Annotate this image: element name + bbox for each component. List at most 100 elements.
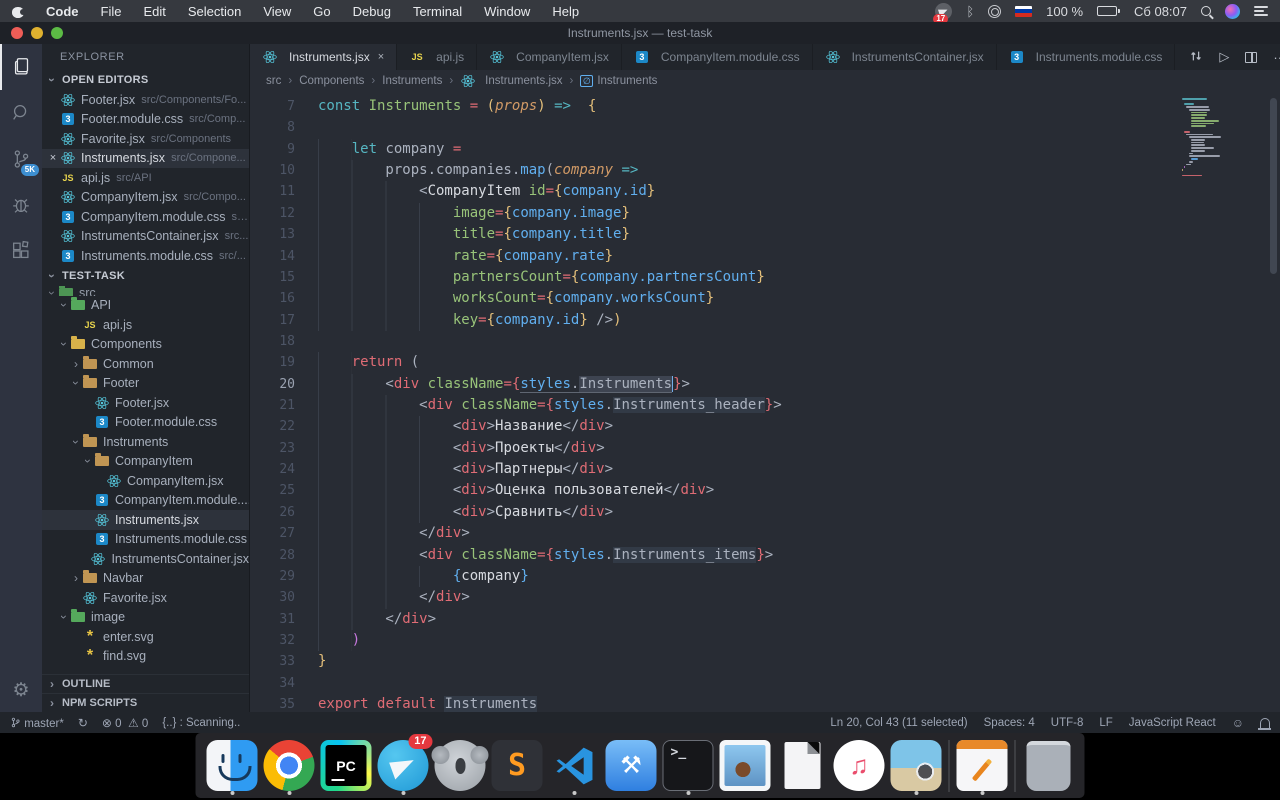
dock-item-pages[interactable] [954,737,1011,795]
spotlight-search-icon[interactable] [1201,6,1211,16]
tree-item-CompanyItem.jsx[interactable]: CompanyItem.jsx [42,471,249,491]
code-editor[interactable]: 7 const Instruments = (props) => {8 9 let … [250,92,1280,712]
dock-item-pycharm[interactable]: PC [318,737,375,794]
dock-item-sublime[interactable]: S [489,737,546,794]
open-editor-InstrumentsContainer.jsx[interactable]: InstrumentsContainer.jsx src... [42,227,249,247]
dock-item-trash[interactable] [1020,737,1077,794]
project-header[interactable]: › TEST-TASK [42,266,249,286]
open-editor-CompanyItem.module.css[interactable]: 3 CompanyItem.module.css sr... [42,207,249,227]
code-line-28[interactable]: 28 <div className={styles.Instruments_it… [250,544,1280,566]
code-line-32[interactable]: 32 ) [250,629,1280,652]
code-line-35[interactable]: 35 export default Instruments [250,694,1280,712]
dock-item-chrome[interactable] [261,737,318,795]
open-editor-Instruments.module.css[interactable]: 3 Instruments.module.css src/... [42,246,249,266]
bluetooth-icon[interactable]: ᛒ [966,4,974,19]
chevron-right-icon[interactable]: › [70,571,82,585]
dock-item-libre[interactable] [774,737,831,794]
clock[interactable]: Сб 08:07 [1134,4,1187,19]
breadcrumb-Instruments[interactable]: Instruments [382,75,442,87]
open-editor-Footer.module.css[interactable]: 3 Footer.module.css src/Comp... [42,110,249,130]
breadcrumb-Instruments[interactable]: ∅ Instruments [580,75,657,87]
tree-item-Common[interactable]: › Common [42,354,249,374]
encoding[interactable]: UTF-8 [1051,717,1084,729]
tree-item-api.js[interactable]: JS api.js [42,315,249,335]
dock-item-mail[interactable] [717,737,774,794]
open-changes-icon[interactable] [1189,49,1203,66]
code-line-24[interactable]: 24 <div>Партнеры</div> [250,459,1280,481]
chevron-down-icon[interactable]: › [57,338,71,350]
settings-gear-icon[interactable]: ⚙ [12,679,29,702]
code-line-31[interactable]: 31 </div> [250,608,1280,630]
telegram-menubar-icon[interactable]: 17 [933,2,953,24]
tree-item-API[interactable]: › API [42,296,249,316]
menu-item-selection[interactable]: Selection [188,4,241,19]
code-line-29[interactable]: 29 {company} [250,565,1280,588]
chevron-down-icon[interactable]: › [57,299,71,311]
code-line-22[interactable]: 22 <div>Название</div> [250,416,1280,438]
tree-item-Components[interactable]: › Components [42,335,249,355]
tree-item-Instruments.module.css[interactable]: 3 Instruments.module.css [42,530,249,550]
zoom-window-button[interactable] [51,27,63,39]
minimap[interactable] [1182,98,1224,177]
dock-item-terminal[interactable]: >_ [660,737,717,795]
chevron-right-icon[interactable]: › [70,357,82,371]
dock-item-finder[interactable] [204,737,261,795]
menu-item-go[interactable]: Go [313,4,330,19]
control-center-icon[interactable] [1254,6,1268,16]
extensions-icon[interactable] [0,228,42,274]
dock-item-xcode[interactable]: ⚒ [603,737,660,794]
open-editor-Instruments.jsx[interactable]: × Instruments.jsx src/Compone... [42,148,249,168]
code-line-10[interactable]: 10 props.companies.map(company => [250,160,1280,182]
tree-item-InstrumentsContainer.jsx[interactable]: InstrumentsContainer.jsx [42,549,249,569]
code-line-18[interactable]: 18 [250,331,1280,352]
tree-item-src[interactable]: › src [42,285,249,296]
tree-item-Favorite.jsx[interactable]: Favorite.jsx [42,588,249,608]
code-line-23[interactable]: 23 <div>Проекты</div> [250,437,1280,460]
minimize-window-button[interactable] [31,27,43,39]
menu-item-file[interactable]: File [101,4,122,19]
chevron-down-icon[interactable]: › [69,377,83,389]
chevron-down-icon[interactable]: › [69,436,83,448]
debug-icon[interactable] [0,182,42,228]
chevron-down-icon[interactable]: › [57,611,71,623]
code-line-20[interactable]: 20 <div className={styles.Instruments}> [250,373,1280,396]
npm-scripts-header[interactable]: › NPM SCRIPTS [42,693,249,712]
menu-item-code[interactable]: Code [46,4,79,19]
code-line-25[interactable]: 25 <div>Оценка пользователей</div> [250,480,1280,502]
menu-item-debug[interactable]: Debug [353,4,391,19]
code-line-27[interactable]: 27 </div> [250,523,1280,545]
source-control-icon[interactable]: 5K [0,136,42,182]
code-line-16[interactable]: 16 worksCount={company.worksCount} [250,288,1280,310]
tree-item-Navbar[interactable]: › Navbar [42,569,249,589]
tree-item-image[interactable]: › image [42,608,249,628]
dock-item-koala[interactable] [431,737,489,794]
open-editor-CompanyItem.jsx[interactable]: CompanyItem.jsx src/Compo... [42,188,249,208]
problems-item[interactable]: ⊗ 0 ⚠ 0 [102,716,148,730]
open-editors-header[interactable]: › OPEN EDITORS [42,70,249,90]
code-line-15[interactable]: 15 partnersCount={company.partnersCount} [250,266,1280,289]
feedback-smiley-icon[interactable]: ☺ [1232,716,1244,730]
language-flag-icon[interactable] [1015,5,1033,17]
open-editor-Favorite.jsx[interactable]: Favorite.jsx src/Components [42,129,249,149]
chevron-down-icon[interactable]: › [45,287,59,296]
breadcrumb-src[interactable]: src [266,75,281,87]
breadcrumb-Components[interactable]: Components [299,75,364,87]
code-line-13[interactable]: 13 title={company.title} [250,224,1280,246]
code-line-17[interactable]: 17 key={company.id} />) [250,309,1280,331]
tab-Instruments.jsx[interactable]: Instruments.jsx × [250,44,398,70]
tab-InstrumentsContainer.jsx[interactable]: InstrumentsContainer.jsx [813,44,997,70]
apple-menu-icon[interactable] [12,4,26,18]
code-line-11[interactable]: 11 <CompanyItem id={company.id} [250,181,1280,203]
code-line-12[interactable]: 12 image={company.image} [250,202,1280,225]
tree-item-Footer[interactable]: › Footer [42,374,249,394]
dock-item-telegram[interactable]: 17 [375,734,433,795]
code-line-26[interactable]: 26 <div>Сравнить</div> [250,501,1280,524]
tree-item-Instruments.jsx[interactable]: Instruments.jsx [42,510,249,530]
screen-mirroring-icon[interactable] [988,4,1002,18]
search-icon[interactable] [0,90,42,136]
breadcrumb-Instruments.jsx[interactable]: Instruments.jsx [460,74,563,88]
tab-Instruments.module.css[interactable]: 3 Instruments.module.css [997,44,1176,70]
code-line-21[interactable]: 21 <div className={styles.Instruments_he… [250,395,1280,417]
tree-item-Footer.jsx[interactable]: Footer.jsx [42,393,249,413]
code-line-14[interactable]: 14 rate={company.rate} [250,245,1280,267]
